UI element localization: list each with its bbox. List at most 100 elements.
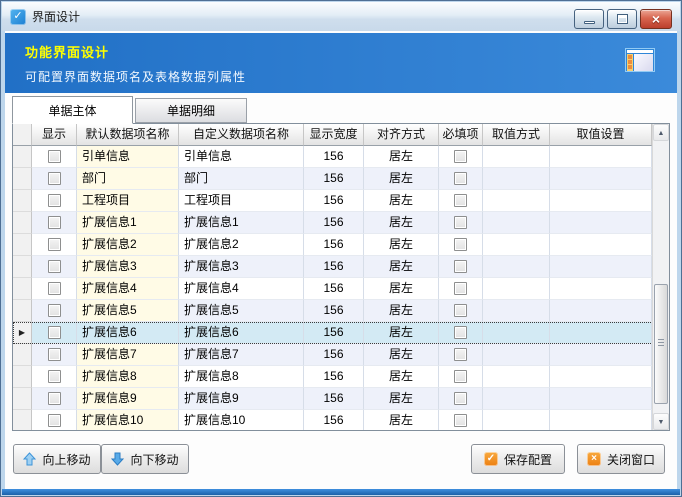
scroll-up-button[interactable]: ▲	[653, 124, 669, 141]
default-name-cell[interactable]: 扩展信息4	[77, 278, 179, 300]
value-setting-cell[interactable]	[550, 388, 652, 410]
table-row[interactable]: 扩展信息1扩展信息1156居左	[13, 212, 669, 234]
required-cell[interactable]	[439, 300, 483, 322]
required-checkbox[interactable]	[454, 370, 467, 383]
value-method-cell[interactable]	[483, 322, 550, 344]
display-checkbox[interactable]	[48, 370, 61, 383]
width-cell[interactable]: 156	[304, 322, 364, 344]
default-name-cell[interactable]: 扩展信息9	[77, 388, 179, 410]
width-cell[interactable]: 156	[304, 256, 364, 278]
display-cell[interactable]	[32, 278, 77, 300]
width-cell[interactable]: 156	[304, 300, 364, 322]
table-row[interactable]: 扩展信息2扩展信息2156居左	[13, 234, 669, 256]
required-checkbox[interactable]	[454, 194, 467, 207]
custom-name-cell[interactable]: 引单信息	[179, 146, 304, 168]
custom-name-cell[interactable]: 扩展信息10	[179, 410, 304, 431]
default-name-cell[interactable]: 扩展信息2	[77, 234, 179, 256]
display-cell[interactable]	[32, 146, 77, 168]
row-indicator[interactable]	[13, 388, 32, 410]
required-checkbox[interactable]	[454, 414, 467, 427]
display-cell[interactable]	[32, 234, 77, 256]
table-row[interactable]: 扩展信息9扩展信息9156居左	[13, 388, 669, 410]
value-method-cell[interactable]	[483, 278, 550, 300]
row-indicator[interactable]	[13, 278, 32, 300]
custom-name-cell[interactable]: 扩展信息2	[179, 234, 304, 256]
value-method-cell[interactable]	[483, 190, 550, 212]
required-checkbox[interactable]	[454, 150, 467, 163]
required-cell[interactable]	[439, 212, 483, 234]
display-cell[interactable]	[32, 190, 77, 212]
row-indicator[interactable]	[13, 300, 32, 322]
width-cell[interactable]: 156	[304, 190, 364, 212]
column-header-0[interactable]: 显示	[32, 124, 77, 146]
scrollbar-thumb[interactable]	[654, 284, 668, 404]
required-cell[interactable]	[439, 388, 483, 410]
display-checkbox[interactable]	[48, 414, 61, 427]
display-checkbox[interactable]	[48, 172, 61, 185]
row-indicator[interactable]	[13, 146, 32, 168]
default-name-cell[interactable]: 引单信息	[77, 146, 179, 168]
display-cell[interactable]	[32, 344, 77, 366]
required-checkbox[interactable]	[454, 326, 467, 339]
align-cell[interactable]: 居左	[364, 190, 439, 212]
row-indicator[interactable]: ▶	[13, 322, 32, 344]
titlebar[interactable]: ✓ 界面设计 ×	[2, 2, 680, 31]
display-cell[interactable]	[32, 300, 77, 322]
required-cell[interactable]	[439, 256, 483, 278]
default-name-cell[interactable]: 工程项目	[77, 190, 179, 212]
value-setting-cell[interactable]	[550, 322, 652, 344]
tab-document-detail[interactable]: 单据明细	[135, 98, 247, 123]
required-cell[interactable]	[439, 410, 483, 431]
table-row[interactable]: 扩展信息10扩展信息10156居左	[13, 410, 669, 431]
required-cell[interactable]	[439, 190, 483, 212]
value-setting-cell[interactable]	[550, 190, 652, 212]
custom-name-cell[interactable]: 扩展信息9	[179, 388, 304, 410]
table-row[interactable]: 扩展信息4扩展信息4156居左	[13, 278, 669, 300]
align-cell[interactable]: 居左	[364, 234, 439, 256]
column-header-2[interactable]: 自定义数据项名称	[179, 124, 304, 146]
display-checkbox[interactable]	[48, 238, 61, 251]
display-cell[interactable]	[32, 388, 77, 410]
align-cell[interactable]: 居左	[364, 410, 439, 431]
close-window-button[interactable]: × 关闭窗口	[577, 444, 665, 474]
table-row[interactable]: 引单信息引单信息156居左	[13, 146, 669, 168]
default-name-cell[interactable]: 扩展信息5	[77, 300, 179, 322]
align-cell[interactable]: 居左	[364, 256, 439, 278]
maximize-button[interactable]	[607, 9, 637, 29]
display-checkbox[interactable]	[48, 326, 61, 339]
width-cell[interactable]: 156	[304, 168, 364, 190]
table-row[interactable]: 工程项目工程项目156居左	[13, 190, 669, 212]
column-header-5[interactable]: 必填项	[439, 124, 483, 146]
value-method-cell[interactable]	[483, 256, 550, 278]
required-cell[interactable]	[439, 168, 483, 190]
required-cell[interactable]	[439, 234, 483, 256]
required-checkbox[interactable]	[454, 260, 467, 273]
row-indicator[interactable]	[13, 366, 32, 388]
value-method-cell[interactable]	[483, 146, 550, 168]
minimize-button[interactable]	[574, 9, 604, 29]
default-name-cell[interactable]: 扩展信息1	[77, 212, 179, 234]
custom-name-cell[interactable]: 扩展信息1	[179, 212, 304, 234]
custom-name-cell[interactable]: 扩展信息7	[179, 344, 304, 366]
row-indicator[interactable]	[13, 168, 32, 190]
width-cell[interactable]: 156	[304, 388, 364, 410]
value-setting-cell[interactable]	[550, 168, 652, 190]
scroll-down-button[interactable]: ▼	[653, 413, 669, 430]
width-cell[interactable]: 156	[304, 278, 364, 300]
display-checkbox[interactable]	[48, 304, 61, 317]
display-checkbox[interactable]	[48, 392, 61, 405]
width-cell[interactable]: 156	[304, 410, 364, 431]
default-name-cell[interactable]: 扩展信息7	[77, 344, 179, 366]
custom-name-cell[interactable]: 扩展信息3	[179, 256, 304, 278]
align-cell[interactable]: 居左	[364, 366, 439, 388]
custom-name-cell[interactable]: 扩展信息8	[179, 366, 304, 388]
table-row[interactable]: 部门部门156居左	[13, 168, 669, 190]
column-header-1[interactable]: 默认数据项名称	[77, 124, 179, 146]
custom-name-cell[interactable]: 扩展信息4	[179, 278, 304, 300]
row-indicator[interactable]	[13, 410, 32, 431]
close-button[interactable]: ×	[640, 9, 672, 29]
display-checkbox[interactable]	[48, 348, 61, 361]
default-name-cell[interactable]: 扩展信息3	[77, 256, 179, 278]
align-cell[interactable]: 居左	[364, 322, 439, 344]
display-cell[interactable]	[32, 322, 77, 344]
